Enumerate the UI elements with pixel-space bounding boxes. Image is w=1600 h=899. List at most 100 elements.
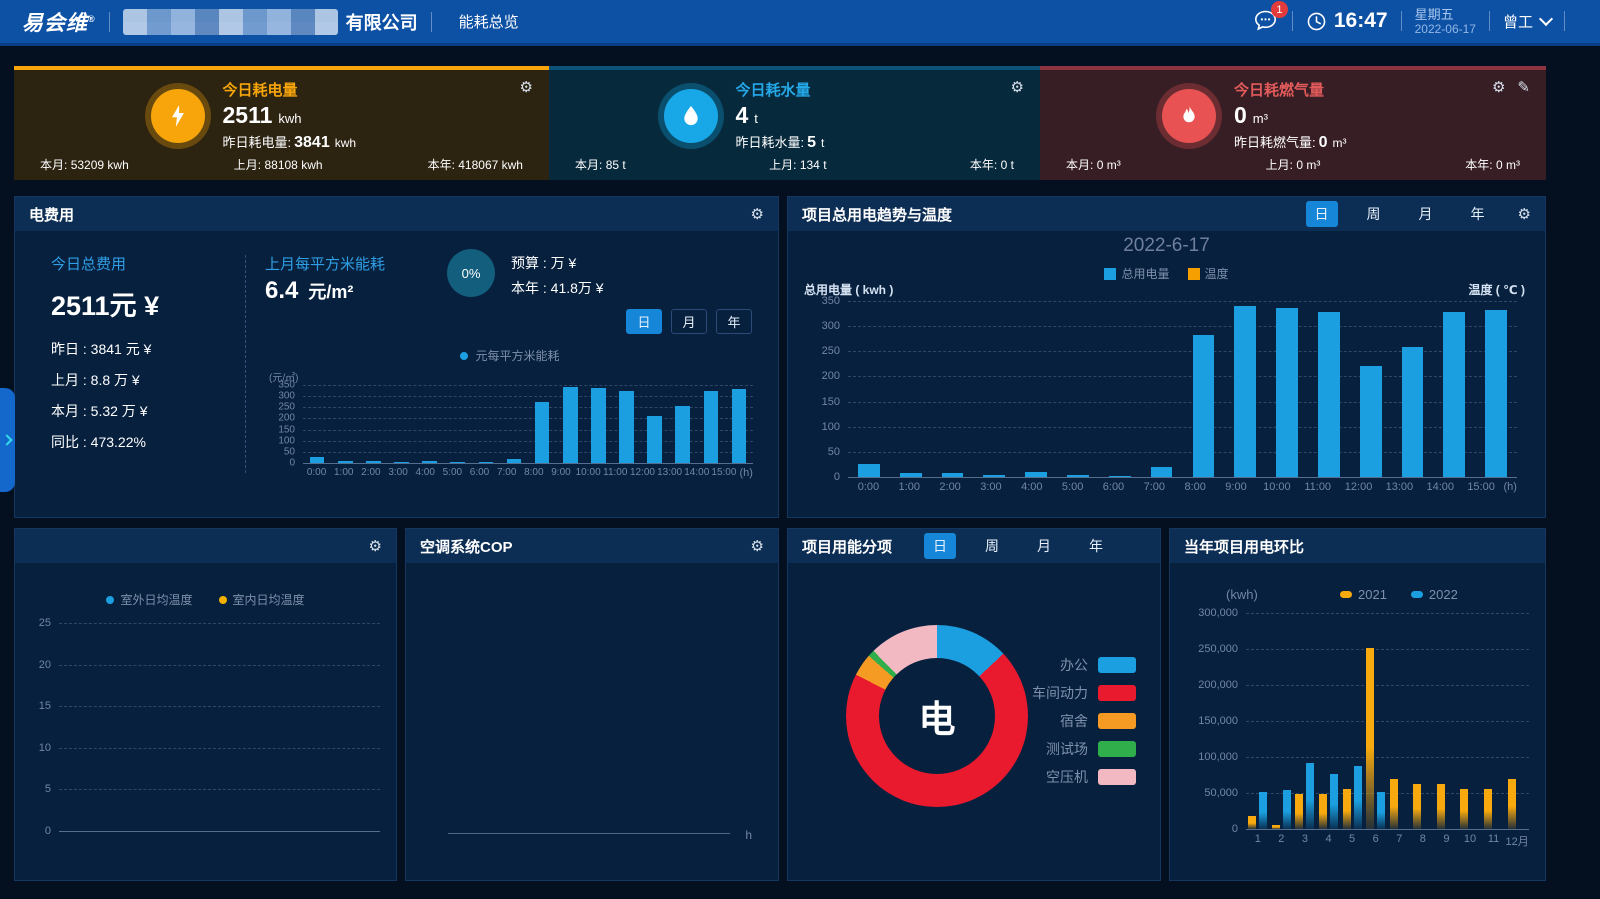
bar-slot bbox=[472, 385, 500, 463]
y-tick-label: 100,000 bbox=[1198, 751, 1238, 763]
tab-month[interactable]: 月 bbox=[1028, 533, 1060, 559]
y-tick-label: 100 bbox=[278, 435, 295, 446]
donut-legend-item[interactable]: 空压机 bbox=[1032, 767, 1136, 787]
x-tick-label: 9 bbox=[1435, 833, 1459, 845]
y-tick-label: 300 bbox=[278, 391, 295, 402]
bar-slot bbox=[1099, 301, 1141, 477]
tab-day[interactable]: 日 bbox=[1306, 201, 1338, 227]
electricity-trend-panel: 项目总用电趋势与温度 日 周 月 年 ⚙ 2022-6-17 总用电量 温度 bbox=[787, 196, 1546, 518]
donut-legend-item[interactable]: 测试场 bbox=[1032, 739, 1136, 759]
clock-icon bbox=[1306, 11, 1327, 32]
tab-day[interactable]: 日 bbox=[626, 309, 662, 334]
bar bbox=[1234, 306, 1256, 477]
panel-title: 空调系统COP bbox=[420, 536, 513, 557]
legend-item-indoor[interactable]: 室内日均温度 bbox=[219, 591, 305, 608]
x-tick-label: 6:00 bbox=[1093, 481, 1134, 493]
date-block: 星期五 2022-06-17 bbox=[1415, 7, 1476, 37]
bar bbox=[450, 462, 465, 463]
legend-item-electricity[interactable]: 总用电量 bbox=[1104, 265, 1169, 282]
bar-slot bbox=[1433, 301, 1475, 477]
gear-icon[interactable]: ⚙ bbox=[1011, 78, 1024, 96]
bar-slot bbox=[1224, 301, 1266, 477]
x-tick-label: 10:00 bbox=[1256, 481, 1297, 493]
legend-label: 车间动力 bbox=[1032, 683, 1088, 703]
bar-slot bbox=[331, 385, 359, 463]
x-tick-label: 9:00 bbox=[547, 467, 574, 478]
tab-year[interactable]: 年 bbox=[716, 309, 752, 334]
main-row: 电费用 ⚙ 今日总费用 2511元 ¥ 昨日 : 3841 元 ¥ 上月 : 8… bbox=[14, 196, 1546, 518]
cost-chart-legend[interactable]: 元每平方米能耗 bbox=[267, 347, 753, 364]
tab-week[interactable]: 周 bbox=[1358, 201, 1390, 227]
budget-progress-circle: 0% bbox=[447, 249, 495, 297]
lightning-icon bbox=[151, 89, 205, 143]
messages-button[interactable]: 1 bbox=[1253, 9, 1279, 33]
donut-legend-item[interactable]: 宿舍 bbox=[1032, 711, 1136, 731]
bar-2021 bbox=[1295, 794, 1303, 829]
tab-week[interactable]: 周 bbox=[976, 533, 1008, 559]
bar bbox=[858, 464, 880, 477]
x-tick-label: 4:00 bbox=[412, 467, 439, 478]
x-tick-label: 6:00 bbox=[466, 467, 493, 478]
bar bbox=[675, 406, 690, 463]
cost-summary: 今日总费用 2511元 ¥ 昨日 : 3841 元 ¥ 上月 : 8.8 万 ¥… bbox=[51, 253, 231, 452]
trend-legend: 总用电量 温度 bbox=[788, 265, 1545, 282]
bar-slot bbox=[584, 385, 612, 463]
gear-icon[interactable]: ⚙ bbox=[1492, 78, 1505, 96]
bar-2022 bbox=[1283, 790, 1291, 829]
nav-tab-energy-overview[interactable]: 能耗总览 bbox=[459, 11, 519, 32]
legend-swatch bbox=[1098, 685, 1136, 701]
bar bbox=[942, 473, 964, 477]
gear-icon[interactable]: ⚙ bbox=[751, 537, 764, 555]
tab-month[interactable]: 月 bbox=[1410, 201, 1442, 227]
bar-slot bbox=[1293, 613, 1317, 829]
tab-year[interactable]: 年 bbox=[1080, 533, 1112, 559]
y-tick-label: 350 bbox=[822, 295, 840, 307]
electricity-cost-panel: 电费用 ⚙ 今日总费用 2511元 ¥ 昨日 : 3841 元 ¥ 上月 : 8… bbox=[14, 196, 779, 518]
x-tick-label: 11 bbox=[1482, 833, 1506, 845]
tab-month[interactable]: 月 bbox=[671, 309, 707, 334]
x-tick-label: 5:00 bbox=[439, 467, 466, 478]
gear-icon[interactable]: ⚙ bbox=[751, 205, 764, 223]
bar-slot bbox=[1387, 613, 1411, 829]
bar-slot bbox=[359, 385, 387, 463]
x-tick-label: 4:00 bbox=[1011, 481, 1052, 493]
user-name: 曾工 bbox=[1503, 11, 1533, 32]
tab-day[interactable]: 日 bbox=[924, 533, 956, 559]
y-tick-label: 250 bbox=[278, 402, 295, 413]
bar bbox=[479, 462, 494, 463]
bar bbox=[1360, 366, 1382, 477]
x-tick-label: 8:00 bbox=[1175, 481, 1216, 493]
gear-icon[interactable]: ⚙ bbox=[1518, 205, 1531, 223]
yearly-comparison-panel: 当年项目用电环比 (kwh) 2021 2022 300,000250,0002… bbox=[1169, 528, 1546, 881]
kpi-stats: 本月: 0 m³ 上月: 0 m³ 本年: 0 m³ bbox=[1066, 156, 1520, 173]
edit-icon[interactable]: ✎ bbox=[1517, 78, 1530, 96]
bar-slot bbox=[1141, 301, 1183, 477]
water-drop-icon bbox=[664, 89, 718, 143]
y-tick-label: 50 bbox=[828, 446, 840, 458]
tab-year[interactable]: 年 bbox=[1462, 201, 1494, 227]
x-axis-line bbox=[1246, 829, 1529, 830]
x-axis-unit: (h) bbox=[1504, 481, 1517, 493]
bar-slot bbox=[1482, 613, 1506, 829]
energy-donut-chart: 电 bbox=[846, 625, 1028, 807]
legend-item-temperature[interactable]: 温度 bbox=[1188, 265, 1229, 282]
x-tick-label: 3:00 bbox=[971, 481, 1012, 493]
legend-item-outdoor[interactable]: 室外日均温度 bbox=[106, 591, 192, 608]
x-tick-label: 15:00 bbox=[1461, 481, 1502, 493]
y-tick-label: 150,000 bbox=[1198, 715, 1238, 727]
legend-item-2022[interactable]: 2022 bbox=[1411, 587, 1458, 602]
donut-legend-item[interactable]: 办公 bbox=[1032, 655, 1136, 675]
gear-icon[interactable]: ⚙ bbox=[520, 78, 533, 96]
user-menu[interactable]: 曾工 bbox=[1503, 11, 1551, 32]
bar-2022 bbox=[1306, 763, 1314, 829]
bar-2021 bbox=[1437, 784, 1445, 829]
legend-swatch bbox=[1098, 713, 1136, 729]
bar bbox=[338, 461, 353, 463]
panel-title: 项目用能分项 bbox=[802, 536, 892, 557]
drawer-expand-handle[interactable] bbox=[0, 388, 15, 492]
donut-legend-item[interactable]: 车间动力 bbox=[1032, 683, 1136, 703]
daily-temperature-panel: ⚙ 室外日均温度 室内日均温度 2520151050 bbox=[14, 528, 397, 881]
gear-icon[interactable]: ⚙ bbox=[369, 537, 382, 555]
legend-item-2021[interactable]: 2021 bbox=[1340, 587, 1387, 602]
bar-2021 bbox=[1390, 779, 1398, 829]
